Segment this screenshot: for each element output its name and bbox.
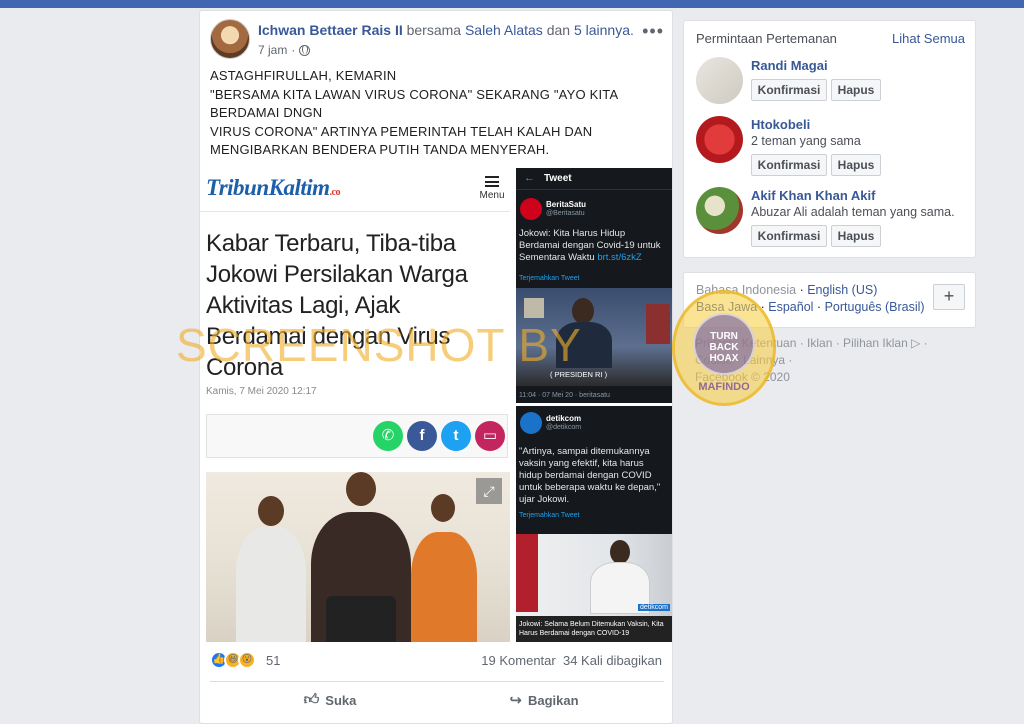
author-name[interactable]: Ichwan Bettaer Rais II: [258, 22, 403, 38]
current-language: Bahasa Indonesia: [696, 283, 797, 297]
language-link[interactable]: Português (Brasil): [825, 300, 925, 314]
post-image[interactable]: TribunKaltim.co Menu Kabar Terbaru, Tiba…: [200, 168, 672, 642]
delete-button[interactable]: Hapus: [831, 225, 881, 247]
tweet-bar: ← Tweet: [516, 168, 672, 190]
menu-label: Menu: [479, 190, 505, 201]
translate-link: Terjemahkan Tweet: [519, 512, 580, 519]
menu-icon: Menu: [479, 176, 505, 201]
comment-count[interactable]: 19 Komentar: [481, 653, 555, 668]
tweet-author: detikcom: [546, 414, 582, 423]
post-text: ASTAGHFIRULLAH, KEMARIN "BERSAMA KITA LA…: [210, 67, 664, 160]
site-logo: TribunKaltim.co: [206, 175, 341, 200]
share-label: Bagikan: [528, 692, 579, 708]
confirm-button[interactable]: Konfirmasi: [751, 154, 827, 176]
requester-avatar[interactable]: [696, 116, 743, 163]
share-button[interactable]: ↪ Bagikan: [444, 685, 644, 715]
tweet-author: BeritaSatu: [546, 200, 587, 209]
post-meta: 7 jam ·: [258, 43, 311, 57]
footer-links[interactable]: Cookie · Lainnya ·: [695, 353, 792, 367]
post-header: Ichwan Bettaer Rais II bersama Saleh Ala…: [210, 19, 664, 69]
see-all-link[interactable]: Lihat Semua: [892, 31, 965, 46]
tweet-meta: 11:04 · 07 Mei 20 · beritasatu: [519, 392, 610, 399]
tweets-screenshot: ← Tweet BeritaSatu @Beritasatu Jokowi: Ki…: [516, 168, 672, 642]
share-count[interactable]: 34 Kali dibagikan: [563, 653, 662, 668]
globe-icon: [299, 44, 311, 56]
delete-button[interactable]: Hapus: [831, 79, 881, 101]
tweet-photo: ( PRESIDEN RI ): [516, 288, 672, 386]
panel-title: Permintaan Pertemanan: [696, 31, 837, 46]
requester-avatar[interactable]: [696, 57, 743, 104]
photo-caption: Jokowi: Selama Belum Ditemukan Vaksin, K…: [516, 616, 672, 642]
post-text-line: VIRUS CORONA" ARTINYA PEMERINTAH TELAH K…: [210, 123, 593, 139]
tagged-others[interactable]: 5 lainnya: [574, 22, 630, 38]
comment-icon: ▭: [475, 421, 505, 451]
beritasatu-avatar: [520, 198, 542, 220]
back-arrow-icon: ←: [524, 172, 535, 184]
delete-button[interactable]: Hapus: [831, 154, 881, 176]
language-link[interactable]: Español: [768, 300, 813, 314]
confirm-button[interactable]: Konfirmasi: [751, 79, 827, 101]
article-photo: ⤢: [206, 472, 510, 642]
reaction-count[interactable]: 51: [266, 653, 280, 668]
tweet-beritasatu: ← Tweet BeritaSatu @Beritasatu Jokowi: Ki…: [516, 168, 672, 403]
mutual-friends[interactable]: Abuzar Ali adalah teman yang sama.: [751, 205, 955, 219]
friend-request: Htokobeli 2 teman yang sama Konfirmasi H…: [696, 116, 968, 180]
tweet-body: "Artinya, sampai ditemukannya vaksin yan…: [519, 446, 661, 505]
wow-reaction-icon: 😮: [238, 651, 256, 669]
requester-avatar[interactable]: [696, 187, 743, 234]
article-screenshot: TribunKaltim.co Menu Kabar Terbaru, Tiba…: [200, 168, 513, 642]
tweet-handle: @Beritasatu: [546, 210, 585, 217]
share-bar: ✆ f t ▭: [206, 414, 508, 458]
footer-copyright: Facebook © 2020: [695, 370, 790, 384]
post-card: Ichwan Bettaer Rais II bersama Saleh Ala…: [199, 10, 673, 724]
like-label: Suka: [325, 692, 357, 708]
top-nav-bar: [0, 0, 1024, 8]
language-panel: Bahasa Indonesia · English (US) Basa Jaw…: [683, 272, 976, 328]
author-line: Ichwan Bettaer Rais II bersama Saleh Ala…: [258, 22, 634, 38]
requester-name[interactable]: Akif Khan Khan Akif: [751, 188, 875, 203]
thumbs-up-icon: 👍︎: [303, 691, 320, 708]
tweet-photo: detikcom Jokowi: Selama Belum Ditemukan …: [516, 534, 672, 642]
requester-name[interactable]: Htokobeli: [751, 117, 810, 132]
reaction-bar: 👍 😆 😮 51 19 Komentar 34 Kali dibagikan: [210, 651, 664, 671]
friend-request: Randi Magai Konfirmasi Hapus: [696, 57, 968, 121]
add-language-button[interactable]: +: [933, 284, 965, 310]
more-horizontal-icon[interactable]: •••: [642, 21, 664, 42]
post-actions: 👍︎ Suka ↪ Bagikan: [210, 685, 664, 715]
whatsapp-icon: ✆: [373, 421, 403, 451]
share-arrow-icon: ↪: [509, 692, 522, 709]
like-button[interactable]: 👍︎ Suka: [230, 685, 430, 715]
translate-link: Terjemahkan Tweet: [519, 275, 580, 282]
friend-request: Akif Khan Khan Akif Abuzar Ali adalah te…: [696, 187, 968, 251]
reaction-icons[interactable]: 👍 😆 😮: [210, 651, 256, 669]
tweet-body: Jokowi: Kita Harus Hidup Berdamai dengan…: [519, 228, 661, 263]
post-text-line: BERDAMAI DNGN: [210, 105, 323, 120]
facebook-icon: f: [407, 421, 437, 451]
article-header: TribunKaltim.co Menu: [200, 168, 510, 212]
requester-name[interactable]: Randi Magai: [751, 58, 828, 73]
post-text-line: ASTAGHFIRULLAH, KEMARIN: [210, 68, 397, 83]
twitter-icon: t: [441, 421, 471, 451]
and-word: dan: [546, 22, 571, 38]
article-date: Kamis, 7 Mei 2020 12:17: [206, 386, 317, 397]
language-link[interactable]: Basa Jawa: [696, 300, 757, 314]
mutual-friends[interactable]: 2 teman yang sama: [751, 134, 861, 148]
expand-icon: ⤢: [476, 478, 502, 504]
with-word: bersama: [406, 22, 462, 38]
tweet-detikcom: detikcom @detikcom "Artinya, sampai dite…: [516, 406, 672, 642]
author-avatar[interactable]: [210, 19, 250, 59]
confirm-button[interactable]: Konfirmasi: [751, 225, 827, 247]
divider: [210, 681, 664, 682]
post-text-line: "BERSAMA KITA LAWAN VIRUS CORONA" SEKARA…: [210, 86, 619, 102]
footer-links[interactable]: Privasi · Ketentuan · Iklan · Pilihan Ik…: [695, 336, 928, 350]
post-text-line: MENGIBARKAN BENDERA PUTIH TANDA MENYERAH…: [210, 142, 550, 157]
podium: [326, 596, 396, 642]
tweet-handle: @detikcom: [546, 424, 582, 431]
friend-requests-panel: Permintaan Pertemanan Lihat Semua Randi …: [683, 20, 976, 258]
article-headline: Kabar Terbaru, Tiba-tiba Jokowi Persilak…: [206, 230, 468, 381]
post-time[interactable]: 7 jam: [258, 43, 287, 57]
detikcom-avatar: [520, 412, 542, 434]
tagged-friend[interactable]: Saleh Alatas: [465, 22, 543, 38]
language-link[interactable]: English (US): [807, 283, 877, 297]
